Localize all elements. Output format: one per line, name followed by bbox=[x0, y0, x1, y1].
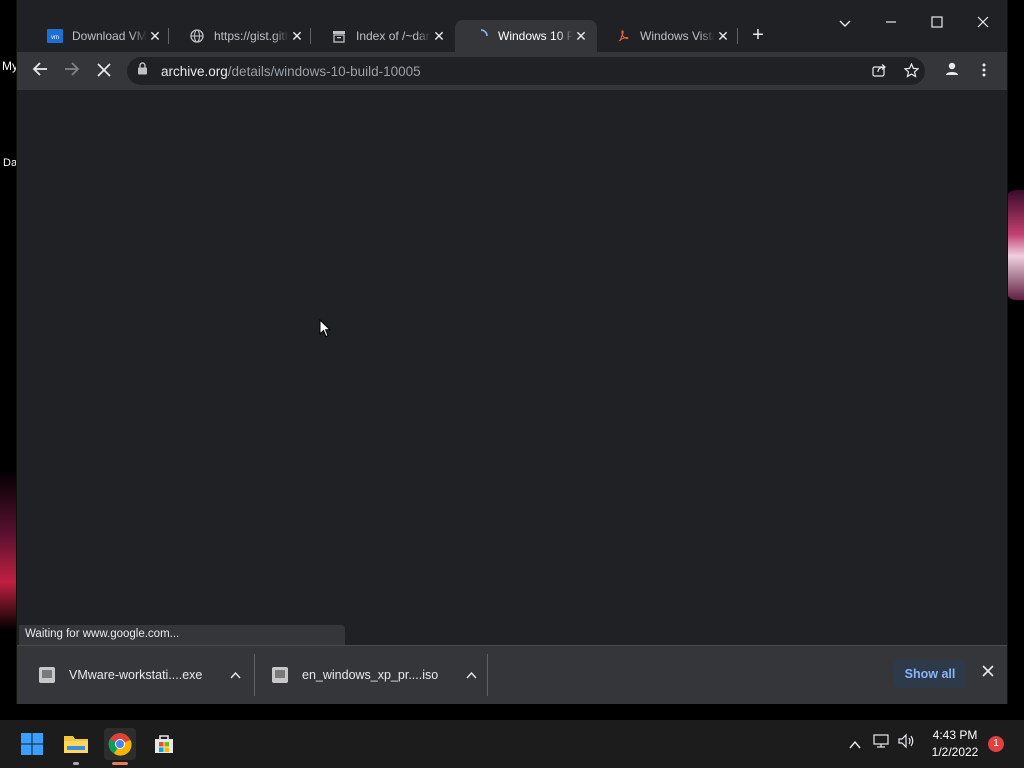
file-explorer-icon[interactable] bbox=[60, 728, 92, 765]
close-tab-icon[interactable]: ✕ bbox=[573, 28, 589, 44]
tab-title: Download VMware bbox=[72, 29, 147, 43]
close-tab-icon[interactable]: ✕ bbox=[715, 28, 731, 44]
show-hidden-icons-chevron-icon[interactable] bbox=[845, 732, 865, 756]
tab-windows-10-build[interactable]: Windows 10 Pro Build ✕ bbox=[455, 20, 597, 52]
pdf-icon bbox=[615, 28, 631, 44]
tab-title: Windows Vista bbox=[640, 29, 715, 43]
network-icon[interactable] bbox=[872, 732, 892, 756]
microsoft-store-icon[interactable] bbox=[148, 728, 180, 760]
forward-button[interactable] bbox=[60, 59, 84, 83]
download-divider bbox=[254, 654, 255, 696]
running-indicator bbox=[73, 762, 79, 765]
close-tab-icon[interactable]: ✕ bbox=[431, 28, 447, 44]
close-tab-icon[interactable]: ✕ bbox=[147, 28, 163, 44]
start-button[interactable] bbox=[16, 728, 48, 760]
url-text: archive.org/details/windows-10-build-100… bbox=[161, 64, 925, 79]
browser-menu-icon[interactable] bbox=[972, 59, 996, 83]
download-divider bbox=[487, 654, 488, 696]
address-bar[interactable]: archive.org/details/windows-10-build-100… bbox=[127, 57, 925, 85]
iso-file-icon bbox=[272, 667, 288, 683]
url-path: /details/windows-10-build-10005 bbox=[227, 63, 421, 79]
download-shelf: VMware-workstati....exe en_windows_xp_pr… bbox=[17, 645, 1007, 704]
browser-window: vm Download VMware ✕ https://gist.github… bbox=[17, 0, 1007, 704]
notification-badge[interactable]: 1 bbox=[988, 736, 1004, 752]
tab-download-vmware[interactable]: vm Download VMware ✕ bbox=[29, 20, 171, 52]
show-all-downloads-button[interactable]: Show all bbox=[894, 660, 966, 688]
bookmark-star-icon[interactable] bbox=[902, 62, 920, 81]
profile-avatar-icon[interactable] bbox=[940, 59, 964, 83]
active-indicator bbox=[112, 762, 128, 765]
close-tab-icon[interactable]: ✕ bbox=[289, 28, 305, 44]
desktop-wallpaper-left bbox=[0, 470, 18, 630]
tab-divider bbox=[737, 28, 738, 44]
download-item-windows-xp[interactable]: en_windows_xp_pr....iso bbox=[272, 646, 477, 704]
status-bubble: Waiting for www.google.com... bbox=[19, 625, 345, 645]
minimize-button[interactable] bbox=[879, 12, 903, 36]
browser-toolbar: archive.org/details/windows-10-build-100… bbox=[17, 52, 1007, 91]
download-filename: en_windows_xp_pr....iso bbox=[302, 668, 439, 682]
svg-text:vm: vm bbox=[51, 35, 59, 41]
download-item-vmware[interactable]: VMware-workstati....exe bbox=[39, 646, 241, 704]
mouse-cursor-icon bbox=[319, 318, 332, 343]
lock-icon[interactable] bbox=[137, 62, 151, 80]
clock-date: 1/2/2022 bbox=[931, 745, 979, 759]
stop-loading-button[interactable] bbox=[92, 59, 116, 83]
chrome-taskbar-icon[interactable] bbox=[104, 728, 136, 765]
chevron-up-icon[interactable] bbox=[466, 668, 477, 682]
desktop-icon-label[interactable]: My bbox=[2, 59, 18, 73]
maximize-button[interactable] bbox=[925, 12, 949, 36]
tab-gist[interactable]: https://gist.github.com ✕ bbox=[171, 20, 313, 52]
desktop-wallpaper-right bbox=[1006, 190, 1024, 300]
tab-index-of[interactable]: Index of /~darkstar ✕ bbox=[313, 20, 455, 52]
share-icon[interactable] bbox=[870, 63, 888, 81]
vmware-icon: vm bbox=[47, 28, 63, 44]
exe-file-icon bbox=[39, 667, 55, 683]
clock-time: 4:43 PM bbox=[932, 728, 978, 742]
tab-title: Windows 10 Pro Build bbox=[498, 29, 573, 43]
close-download-shelf-icon[interactable] bbox=[979, 664, 997, 682]
archive-icon bbox=[331, 28, 347, 44]
url-domain: archive.org bbox=[161, 63, 228, 79]
taskbar: 4:43 PM 1/2/2022 1 bbox=[0, 720, 1024, 768]
download-filename: VMware-workstati....exe bbox=[69, 668, 203, 682]
new-tab-button[interactable]: + bbox=[748, 25, 768, 46]
loading-spinner-icon bbox=[473, 28, 489, 44]
tab-divider bbox=[168, 28, 169, 44]
page-content[interactable] bbox=[17, 90, 1007, 645]
close-window-button[interactable] bbox=[971, 12, 995, 36]
globe-icon bbox=[189, 28, 205, 44]
desktop-icon-label[interactable]: Da bbox=[3, 157, 17, 169]
tab-search-icon[interactable] bbox=[833, 12, 857, 36]
tab-strip: vm Download VMware ✕ https://gist.github… bbox=[17, 0, 1007, 52]
taskbar-clock[interactable]: 4:43 PM 1/2/2022 bbox=[926, 727, 984, 761]
volume-icon[interactable] bbox=[896, 732, 916, 756]
chevron-up-icon[interactable] bbox=[230, 668, 241, 682]
tab-windows-vista[interactable]: Windows Vista ✕ bbox=[597, 20, 739, 52]
back-button[interactable] bbox=[28, 59, 52, 83]
tab-title: https://gist.github.com bbox=[214, 29, 289, 43]
tab-title: Index of /~darkstar bbox=[356, 29, 431, 43]
tab-divider bbox=[310, 28, 311, 44]
